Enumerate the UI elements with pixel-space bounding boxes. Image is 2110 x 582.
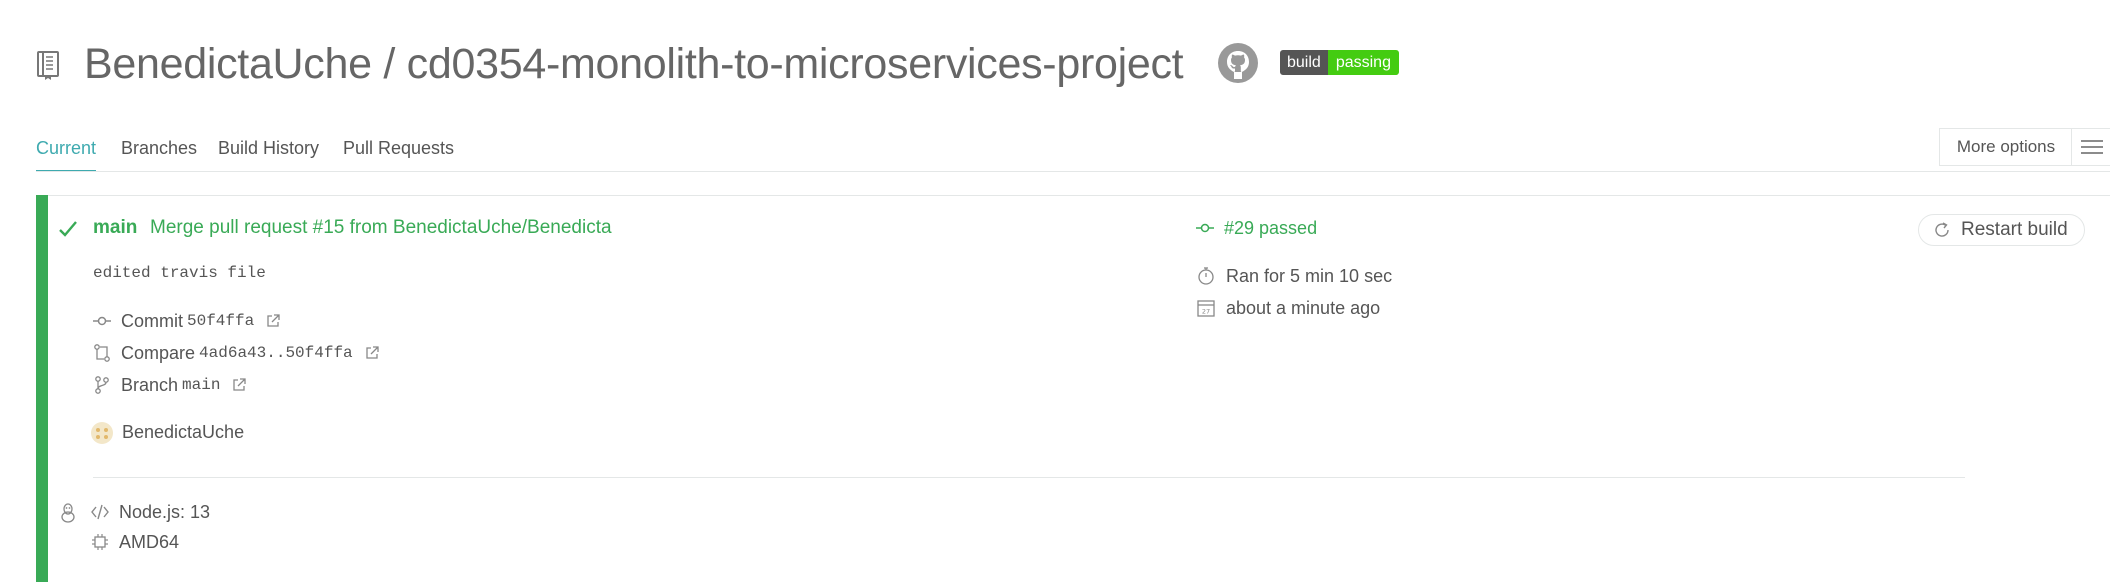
restart-build-label: Restart build (1961, 219, 2068, 240)
cpu-icon (91, 533, 109, 551)
commit-message-body: edited travis file (93, 264, 266, 282)
build-status-badge[interactable]: build passing (1280, 50, 1399, 75)
language-label: Node.js: 13 (119, 502, 211, 522)
tab-branches[interactable]: Branches (121, 134, 197, 170)
finished-row: 27 about a minute ago (1196, 296, 1384, 320)
tab-build-history[interactable]: Build History (218, 134, 319, 170)
commit-sha[interactable]: 50f4ffa (187, 309, 254, 333)
hamburger-menu-icon[interactable] (2071, 128, 2110, 166)
github-icon[interactable] (1218, 43, 1258, 83)
build-branch-name[interactable]: main (93, 216, 137, 240)
duration-row: Ran for 5 min 10 sec (1196, 264, 1396, 288)
build-card (36, 195, 2110, 582)
author-name: BenedictaUche (122, 422, 245, 442)
compare-range[interactable]: 4ad6a43..50f4ffa (199, 341, 353, 365)
branch-row: Branch main (93, 373, 247, 397)
language-row: Node.js: 13 (91, 500, 214, 524)
external-link-icon[interactable] (232, 378, 247, 392)
branch-label: Branch (121, 375, 179, 395)
arch-row: AMD64 (91, 530, 183, 554)
duration-text: Ran for 5 min 10 sec (1226, 266, 1393, 286)
repo-title: BenedictaUche / cd0354-monolith-to-micro… (84, 40, 1184, 88)
external-link-icon[interactable] (365, 346, 379, 360)
restart-icon (1935, 222, 1949, 237)
code-icon (91, 503, 109, 521)
build-number[interactable]: #29 passed (1224, 216, 1317, 240)
more-options-button[interactable]: More options (1939, 128, 2072, 166)
svg-text:27: 27 (1202, 308, 1210, 316)
tab-pull-requests[interactable]: Pull Requests (343, 134, 454, 170)
finished-text: about a minute ago (1226, 298, 1381, 318)
build-status-bar (36, 195, 48, 582)
restart-build-button[interactable]: Restart build (1918, 214, 2085, 246)
commit-icon (1196, 219, 1214, 237)
compare-icon (93, 344, 111, 362)
tab-current[interactable]: Current (36, 134, 97, 172)
commit-message-title[interactable]: Merge pull request #15 from BenedictaUch… (150, 216, 612, 240)
branch-icon (93, 376, 111, 394)
stopwatch-icon (1196, 266, 1216, 286)
linux-icon (59, 503, 77, 523)
badge-status: passing (1327, 50, 1399, 75)
repo-icon (36, 50, 62, 80)
compare-row: Compare 4ad6a43..50f4ffa (93, 341, 379, 365)
external-link-icon[interactable] (266, 314, 280, 328)
arch-label: AMD64 (119, 532, 180, 552)
avatar (91, 422, 113, 444)
commit-icon (93, 312, 111, 330)
compare-label: Compare (121, 343, 196, 363)
commit-row: Commit 50f4ffa (93, 309, 280, 333)
commit-label: Commit (121, 311, 183, 331)
calendar-icon: 27 (1196, 298, 1216, 318)
build-number-row[interactable]: #29 passed (1196, 216, 1317, 240)
tabs-divider (36, 171, 2110, 172)
branch-value[interactable]: main (182, 373, 220, 397)
check-icon (58, 219, 78, 239)
card-divider (93, 477, 1965, 478)
badge-label: build (1280, 50, 1328, 75)
